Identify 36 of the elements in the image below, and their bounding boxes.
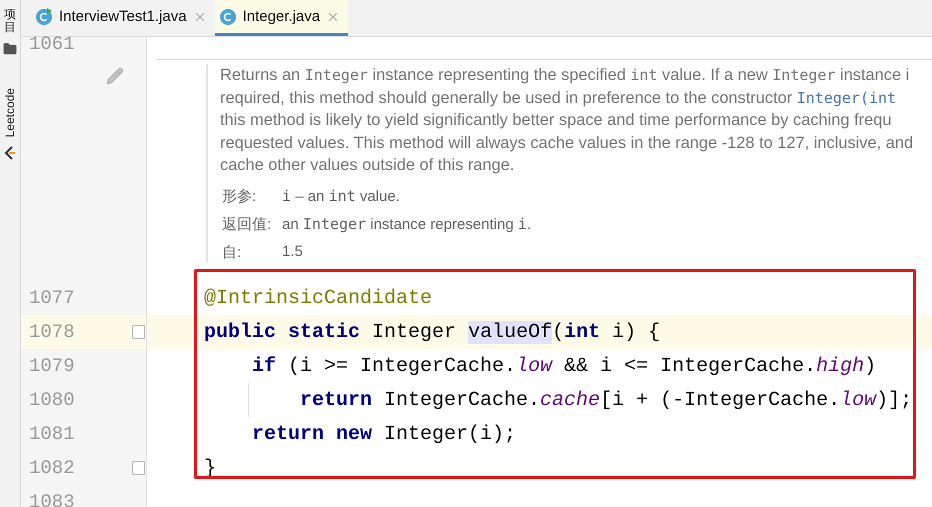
doc-tag-value: i – an int value. xyxy=(282,186,401,206)
class-icon xyxy=(35,8,53,26)
fold-marker-icon[interactable] xyxy=(132,325,145,339)
code-line: if (i >= IntegerCache.low && i <= IntegerCache.high) xyxy=(252,354,876,378)
leetcode-label[interactable]: Leetcode xyxy=(3,88,17,138)
line-number: 1082 xyxy=(29,457,75,479)
line-number: 1081 xyxy=(29,423,75,445)
doc-text-line: requested values. This method will always cache values in the range -128 to 127, inclusive, and xyxy=(220,132,914,154)
class-icon xyxy=(218,8,237,26)
doc-text-line: required, this method should generally be used in preference to the constructor Integer(int xyxy=(220,88,898,108)
project-label[interactable]: 项目 xyxy=(4,8,16,34)
line-number: 1080 xyxy=(29,389,75,411)
code-line: @IntrinsicCandidate xyxy=(204,286,432,310)
code-line: return new Integer(i); xyxy=(252,422,516,446)
line-number: 1083 xyxy=(29,491,75,507)
doc-tag-label: 返回值: xyxy=(222,214,272,234)
code-line: return IntegerCache.cache[i + (-IntegerCache.low)]; xyxy=(300,388,912,412)
editor-tab[interactable]: Integer.java xyxy=(214,0,348,36)
line-number: 1077 xyxy=(29,287,75,309)
doc-tag-value: 1.5 xyxy=(282,242,304,262)
code-line: public static Integer valueOf(int i) { xyxy=(204,320,660,344)
folder-icon xyxy=(3,42,17,56)
doc-tag-label: 形参: xyxy=(222,186,258,206)
line-number: 1078 xyxy=(29,321,75,343)
doc-text-line: this method is likely to yield significantly better space and time performance by caching frequ xyxy=(220,110,892,131)
doc-tag-label: 自: xyxy=(222,242,242,262)
fold-marker-icon[interactable] xyxy=(132,461,145,475)
doc-tag-value: an Integer instance representing i. xyxy=(282,214,532,234)
pencil-icon[interactable] xyxy=(106,67,124,85)
line-number: 1061 xyxy=(29,33,75,55)
leetcode-icon xyxy=(4,146,16,160)
doc-link[interactable]: Integer(int xyxy=(796,88,896,106)
editor-tab[interactable]: InterviewTest1.java xyxy=(31,0,215,36)
doc-text-line: Returns an Integer instance representing the specified int value. If a new Integer instance i xyxy=(220,65,910,86)
doc-text-line: cache other values outside of this range. xyxy=(220,155,516,176)
line-number: 1079 xyxy=(29,355,75,377)
